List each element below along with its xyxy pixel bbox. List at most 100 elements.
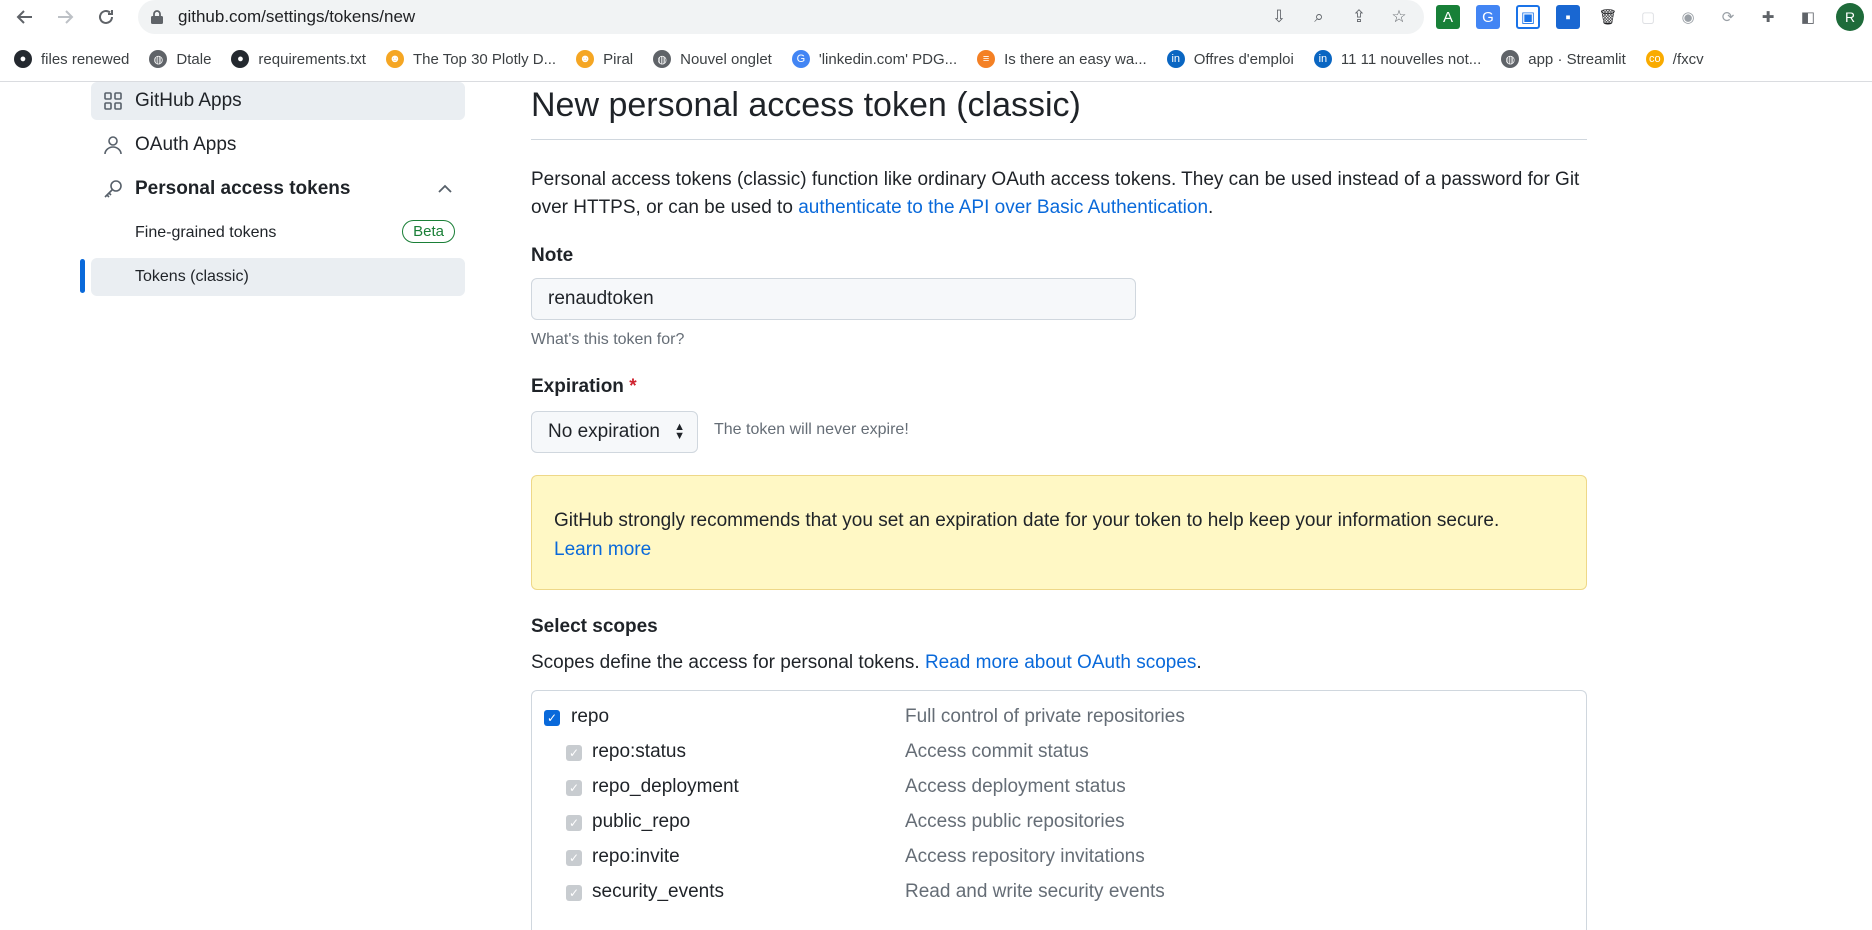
basic-auth-link[interactable]: authenticate to the API over Basic Authe… (798, 197, 1208, 218)
bookmark-item[interactable]: ● requirements.txt (231, 50, 366, 68)
chevron-up-icon[interactable] (437, 183, 453, 195)
sidebar-item-personal-access-tokens[interactable]: Personal access tokens (91, 170, 465, 208)
sidebar-item-oauth-apps[interactable]: OAuth Apps (91, 126, 465, 164)
install-icon[interactable]: ⇩ (1268, 6, 1290, 28)
zoom-icon[interactable]: ⌕ (1308, 6, 1330, 28)
learn-more-link[interactable]: Learn more (554, 539, 651, 560)
emoji-icon: ☻ (385, 50, 404, 68)
bookmark-item[interactable]: ☻ Piral (576, 50, 633, 68)
google-icon: G (791, 50, 810, 68)
oauth-scopes-link[interactable]: Read more about OAuth scopes (925, 652, 1196, 673)
scope-description: Full control of private repositories (905, 706, 1185, 727)
bookmark-item[interactable]: ◍ Dtale (149, 50, 211, 68)
bookmark-item[interactable]: ◍ app · Streamlit (1501, 50, 1626, 68)
scope-name: repo_deployment (592, 776, 739, 797)
intro-paragraph: Personal access tokens (classic) functio… (531, 166, 1587, 222)
screenshot-extension-icon[interactable]: ▣ (1516, 5, 1540, 29)
scope-row: ✓ public_repo Access public repositories (532, 808, 1588, 838)
bookmarks-bar: ● files renewed ◍ Dtale ● requirements.txt ☻ Th… (14, 48, 1704, 70)
scope-checkbox: ✓ (566, 745, 582, 761)
forward-icon[interactable] (52, 4, 78, 30)
sidebar-item-tokens-classic[interactable]: Tokens (classic) (91, 258, 465, 296)
bookmark-item[interactable]: in Offres d'emploi (1166, 50, 1294, 68)
expiration-selected-value: No expiration (548, 421, 660, 442)
scope-description: Access repository invitations (905, 846, 1145, 867)
scopes-text: Scopes define the access for personal to… (531, 652, 925, 673)
active-indicator (80, 259, 85, 293)
side-panel-icon[interactable]: ◧ (1796, 5, 1820, 29)
bookmark-label: 'linkedin.com' PDG... (818, 50, 958, 68)
profile-avatar[interactable]: R (1836, 3, 1864, 31)
sidebar-item-label: GitHub Apps (135, 90, 242, 111)
share-icon[interactable]: ⇪ (1348, 6, 1370, 28)
sidebar-item-fine-grained-tokens[interactable]: Fine-grained tokens Beta (91, 214, 465, 252)
scope-description: Access deployment status (905, 776, 1126, 797)
bookmark-item[interactable]: ● files renewed (14, 50, 129, 68)
bookmark-item[interactable]: G 'linkedin.com' PDG... (791, 50, 958, 68)
expiration-hint: The token will never expire! (714, 421, 909, 438)
bookmark-item[interactable]: ☻ The Top 30 Plotly D... (385, 50, 557, 68)
scope-name: public_repo (592, 811, 691, 832)
scope-row: ✓ repo:status Access commit status (532, 738, 1588, 768)
note-label: Note (531, 245, 574, 266)
bookmark-label: Piral (603, 50, 634, 68)
trash-extension-icon[interactable]: 🗑 (1596, 5, 1620, 29)
sheets-extension-icon[interactable]: A (1436, 5, 1460, 29)
select-scopes-heading: Select scopes (531, 616, 658, 637)
url-text: github.com/settings/tokens/new (178, 7, 416, 26)
bookmark-label: Nouvel onglet (680, 50, 772, 68)
scope-name: repo:status (592, 741, 686, 762)
bookmark-label: Dtale (176, 50, 212, 68)
bookmark-label: The Top 30 Plotly D... (412, 50, 557, 68)
colab-icon: co (1645, 50, 1664, 68)
save-extension-icon[interactable]: ▪ (1556, 5, 1580, 29)
bookmark-label: files renewed (41, 50, 130, 68)
bookmark-item[interactable]: in 11 11 nouvelles not... (1313, 50, 1482, 68)
github-icon: ● (14, 50, 32, 68)
sidebar-item-label: Personal access tokens (135, 178, 351, 199)
sync-extension-icon[interactable]: ⟳ (1716, 5, 1740, 29)
scope-checkbox: ✓ (566, 780, 582, 796)
scope-description: Access public repositories (905, 811, 1125, 832)
emoji-icon: ☻ (576, 50, 595, 68)
lock-icon (151, 10, 163, 24)
scope-name: repo (571, 706, 610, 727)
bookmark-label: app · Streamlit (1528, 50, 1626, 68)
stackoverflow-icon: ≡ (977, 50, 996, 68)
bookmark-item[interactable]: co/fxcv (1645, 50, 1704, 68)
disabled-extension-icon[interactable]: ▢ (1636, 5, 1660, 29)
bookmark-label: 11 11 nouvelles not... (1340, 50, 1482, 68)
globe-icon: ◍ (149, 50, 168, 68)
browser-toolbar: github.com/settings/tokens/new ⇩ ⌕ ⇪ ☆ A… (0, 0, 1872, 82)
scope-checkbox[interactable]: ✓ (544, 710, 560, 726)
select-arrows-icon: ▲ ▼ (674, 421, 685, 442)
page-title: New personal access token (classic) (531, 86, 1081, 124)
scope-checkbox: ✓ (566, 885, 582, 901)
reload-icon[interactable] (93, 4, 119, 30)
scope-row: ✓ repo Full control of private repositorie… (532, 703, 1588, 733)
expiration-label: Expiration * (531, 376, 637, 398)
puzzle-extensions-icon[interactable]: ✚ (1756, 5, 1780, 29)
linkedin-icon: in (1313, 50, 1332, 68)
note-hint: What's this token for? (531, 331, 685, 348)
back-icon[interactable] (12, 4, 38, 30)
key-icon (104, 180, 122, 198)
bookmark-item[interactable]: ◍ Nouvel onglet (653, 50, 772, 68)
note-input[interactable] (531, 278, 1136, 320)
beta-badge: Beta (402, 220, 455, 243)
linkedin-icon: in (1166, 50, 1185, 68)
sidebar-item-label: OAuth Apps (135, 134, 237, 155)
divider (531, 139, 1587, 140)
sidebar-item-github-apps[interactable]: GitHub Apps (91, 82, 465, 120)
expiration-select[interactable]: No expiration ▲ ▼ (531, 411, 698, 453)
bookmark-label: Is there an easy wa... (1004, 50, 1147, 68)
sidebar-item-label: Fine-grained tokens (135, 224, 277, 241)
address-bar[interactable]: github.com/settings/tokens/new ⇩ ⌕ ⇪ ☆ (138, 0, 1424, 34)
eye-extension-icon[interactable]: ◉ (1676, 5, 1700, 29)
scopes-list: ✓ repo Full control of private repositorie… (531, 690, 1587, 930)
bookmark-item[interactable]: ≡ Is there an easy wa... (977, 50, 1147, 68)
scopes-end: . (1196, 652, 1202, 673)
translate-extension-icon[interactable]: G (1476, 5, 1500, 29)
bookmark-star-icon[interactable]: ☆ (1388, 6, 1410, 28)
github-icon: ● (231, 50, 250, 68)
